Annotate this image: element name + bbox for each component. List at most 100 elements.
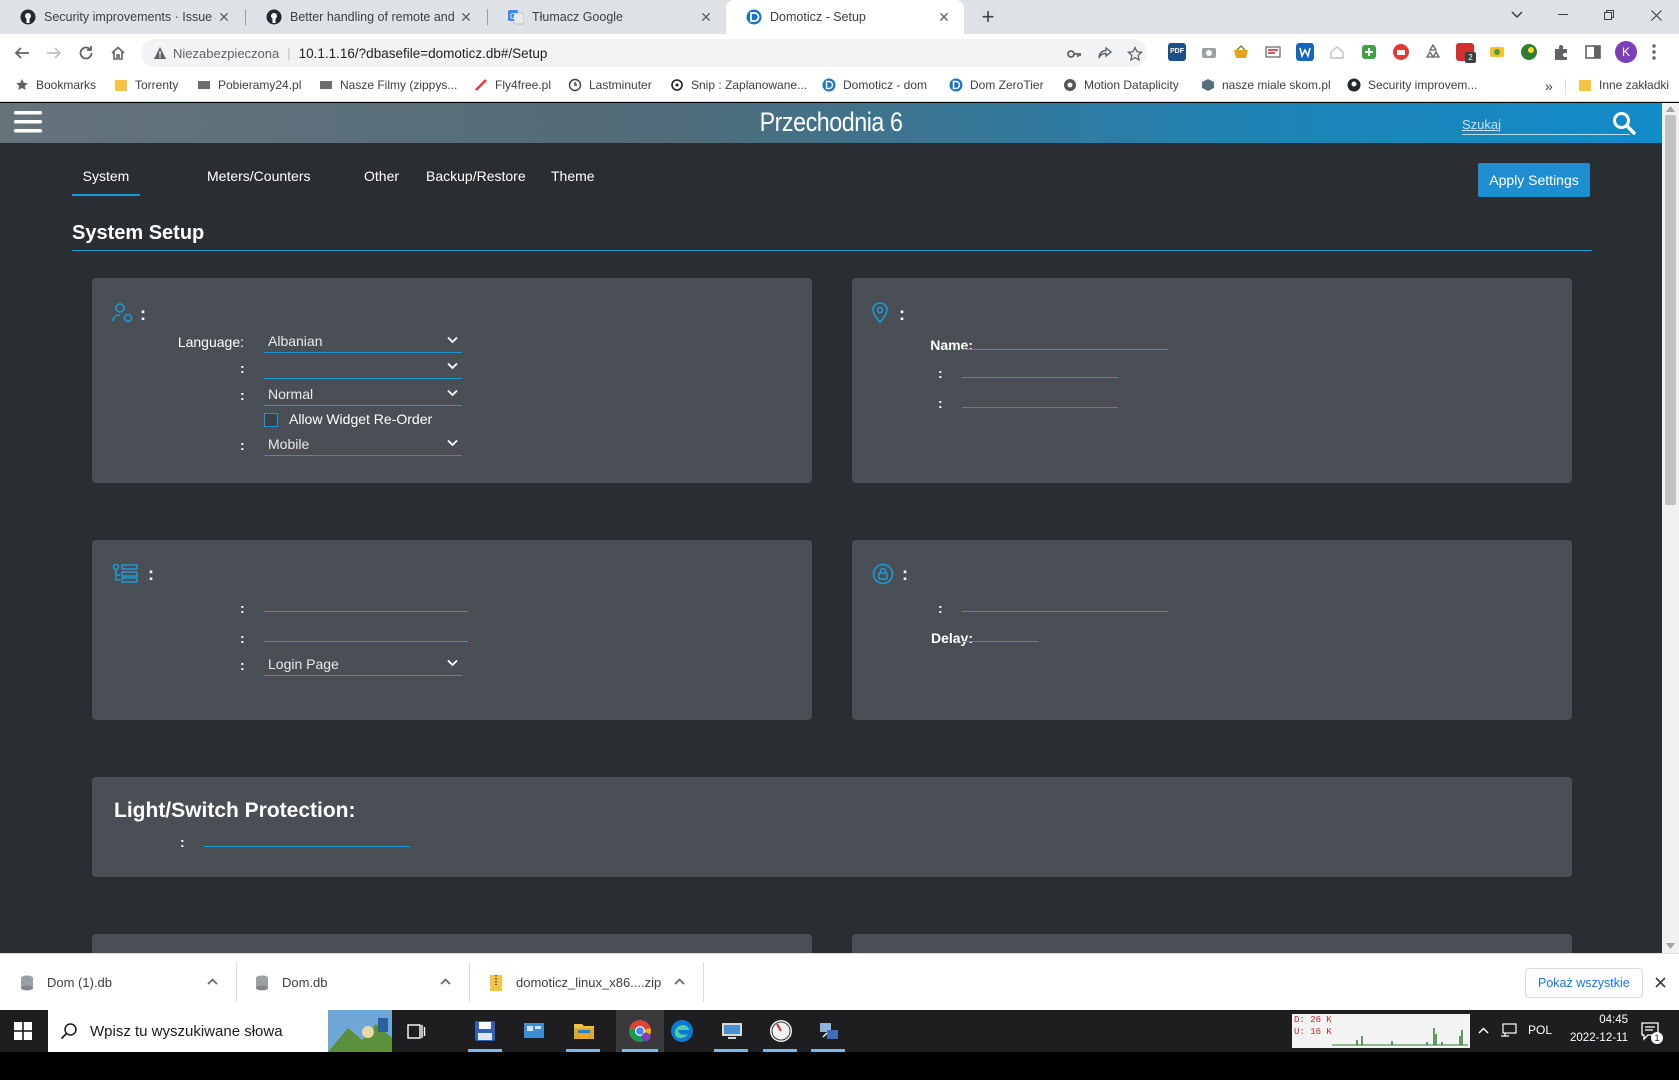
warning-icon[interactable] bbox=[153, 46, 167, 60]
search-input[interactable] bbox=[1462, 115, 1630, 133]
remote-desktop-icon[interactable] bbox=[720, 1019, 744, 1043]
chevron-up-icon[interactable] bbox=[207, 978, 218, 985]
network-tray-icon[interactable] bbox=[1500, 1022, 1518, 1038]
tray-chevron-up-icon[interactable] bbox=[1478, 1027, 1489, 1034]
bookmark-item[interactable]: Domoticz - dom bbox=[822, 78, 927, 92]
download-item[interactable]: Dom (1).db bbox=[0, 954, 235, 1011]
language-select[interactable]: Albanian bbox=[264, 331, 462, 353]
floppy-app-icon[interactable] bbox=[473, 1019, 497, 1043]
bookmark-item[interactable]: Snip : Zaplanowane... bbox=[670, 78, 807, 92]
scroll-up-icon[interactable] bbox=[1666, 106, 1675, 112]
share-icon[interactable] bbox=[1097, 46, 1113, 62]
camera-extension-icon[interactable] bbox=[1200, 43, 1218, 61]
bookmark-item[interactable]: Bookmarks bbox=[15, 78, 96, 92]
yellow-extension-icon[interactable] bbox=[1488, 43, 1506, 61]
apply-settings-button[interactable]: Apply Settings bbox=[1478, 163, 1590, 197]
browser-tab[interactable]: G Tłumacz Google ✕ bbox=[488, 0, 726, 34]
reload-icon[interactable] bbox=[72, 39, 100, 67]
close-tab-icon[interactable]: ✕ bbox=[216, 9, 232, 25]
chevron-up-icon[interactable] bbox=[440, 978, 451, 985]
edge-icon[interactable] bbox=[670, 1019, 694, 1043]
bookmark-item[interactable]: Security improvem... bbox=[1347, 78, 1477, 92]
security-label[interactable]: Niezabezpieczona bbox=[173, 46, 279, 61]
scrollbar-thumb[interactable] bbox=[1665, 115, 1676, 505]
tag-extension-icon[interactable] bbox=[1264, 43, 1282, 61]
setting-select-3[interactable]: Normal bbox=[264, 384, 462, 406]
forward-icon[interactable] bbox=[40, 39, 68, 67]
red-extension-icon[interactable]: 2 bbox=[1456, 43, 1476, 63]
tab-system[interactable]: System bbox=[72, 168, 140, 196]
pdf-extension-icon[interactable]: PDF bbox=[1168, 43, 1186, 61]
restore-icon[interactable] bbox=[1586, 0, 1632, 30]
search-box[interactable] bbox=[1462, 115, 1630, 135]
recycle-extension-icon[interactable] bbox=[1424, 43, 1442, 61]
show-all-downloads-button[interactable]: Pokaż wszystkie bbox=[1525, 968, 1643, 998]
bookmark-item[interactable]: Nasze Filmy (zippys... bbox=[319, 78, 457, 92]
key-icon[interactable] bbox=[1066, 46, 1082, 62]
chevron-up-icon[interactable] bbox=[674, 978, 685, 985]
tab-meters-counters[interactable]: Meters/Counters bbox=[207, 168, 310, 196]
browser-tab[interactable]: Security improvements · Issue #5 ✕ bbox=[0, 0, 244, 34]
login-page-select[interactable]: Login Page bbox=[264, 654, 462, 676]
bookmark-item[interactable]: Lastminuter bbox=[568, 78, 652, 92]
download-item[interactable]: domoticz_linux_x86....zip bbox=[469, 954, 703, 1011]
website-input-1[interactable] bbox=[264, 590, 468, 612]
home-icon[interactable] bbox=[104, 39, 132, 67]
other-bookmarks[interactable]: Inne zakładki bbox=[1578, 78, 1669, 92]
globe-extension-icon[interactable] bbox=[1520, 43, 1538, 61]
browser-tab-active[interactable]: Domoticz - Setup ✕ bbox=[726, 0, 964, 34]
delay-input[interactable] bbox=[962, 620, 1038, 642]
back-icon[interactable] bbox=[8, 39, 36, 67]
tab-backup-restore[interactable]: Backup/Restore bbox=[426, 168, 526, 196]
tab-other[interactable]: Other bbox=[364, 168, 399, 196]
input-language[interactable]: POL bbox=[1528, 1023, 1552, 1037]
profile-avatar[interactable]: K bbox=[1615, 41, 1637, 63]
network-tool-icon[interactable] bbox=[817, 1019, 841, 1043]
bookmark-item[interactable]: Motion Dataplicity bbox=[1063, 78, 1179, 92]
hamburger-menu-icon[interactable] bbox=[14, 109, 42, 135]
bookmarks-overflow-button[interactable]: » bbox=[1545, 78, 1553, 94]
bookmark-star-icon[interactable] bbox=[1127, 46, 1143, 62]
close-tab-icon[interactable]: ✕ bbox=[936, 9, 952, 25]
clock-date[interactable]: 2022-12-11 bbox=[1556, 1032, 1628, 1044]
close-downloads-icon[interactable] bbox=[1655, 977, 1666, 988]
setting-select-5[interactable]: Mobile bbox=[264, 434, 462, 456]
close-tab-icon[interactable]: ✕ bbox=[698, 9, 714, 25]
scroll-down-icon[interactable] bbox=[1666, 943, 1675, 949]
widget-reorder-checkbox[interactable] bbox=[264, 413, 278, 427]
bookmark-item[interactable]: Dom ZeroTier bbox=[949, 78, 1044, 92]
home-extension-icon[interactable] bbox=[1328, 43, 1346, 61]
setting-select-2[interactable] bbox=[264, 357, 462, 379]
bookmark-item[interactable]: Torrenty bbox=[114, 78, 178, 92]
latitude-input[interactable] bbox=[962, 356, 1118, 378]
control-panel-icon[interactable] bbox=[522, 1019, 546, 1043]
side-panel-icon[interactable] bbox=[1584, 43, 1602, 61]
windows-start-icon[interactable] bbox=[14, 1022, 32, 1040]
gauge-app-icon[interactable] bbox=[769, 1019, 793, 1043]
menu-dots-icon[interactable] bbox=[1652, 44, 1656, 60]
task-view-icon[interactable] bbox=[404, 1019, 428, 1043]
taskbar-search[interactable]: Wpisz tu wyszukiwane słowa bbox=[48, 1010, 392, 1052]
website-input-2[interactable] bbox=[264, 620, 468, 642]
green-extension-icon[interactable] bbox=[1360, 43, 1378, 61]
bookmark-item[interactable]: Pobieramy24.pl bbox=[197, 78, 301, 92]
security-input[interactable] bbox=[962, 590, 1168, 612]
clock-time[interactable]: 04:45 bbox=[1562, 1014, 1628, 1026]
bookmark-item[interactable]: nasze miale skom.pl bbox=[1201, 78, 1331, 92]
name-input[interactable] bbox=[962, 328, 1168, 350]
bookmark-item[interactable]: Fly4free.pl bbox=[474, 78, 551, 92]
tab-theme[interactable]: Theme bbox=[551, 168, 595, 196]
chrome-icon[interactable] bbox=[628, 1019, 652, 1043]
puzzle-icon[interactable] bbox=[1552, 43, 1570, 61]
close-tab-icon[interactable]: ✕ bbox=[458, 9, 474, 25]
w-extension-icon[interactable] bbox=[1296, 43, 1314, 61]
file-explorer-icon[interactable] bbox=[572, 1019, 596, 1043]
close-window-icon[interactable] bbox=[1633, 0, 1679, 30]
red-shield-extension-icon[interactable] bbox=[1392, 43, 1410, 61]
protection-password-input[interactable] bbox=[204, 825, 410, 847]
new-tab-button[interactable]: + bbox=[977, 6, 999, 28]
browser-tab[interactable]: Better handling of remote and lo ✕ bbox=[246, 0, 486, 34]
network-meter-widget[interactable]: D: 26 K U: 16 K bbox=[1292, 1014, 1470, 1048]
page-scrollbar[interactable] bbox=[1662, 103, 1679, 953]
tab-search-chevron-icon[interactable] bbox=[1494, 0, 1540, 30]
